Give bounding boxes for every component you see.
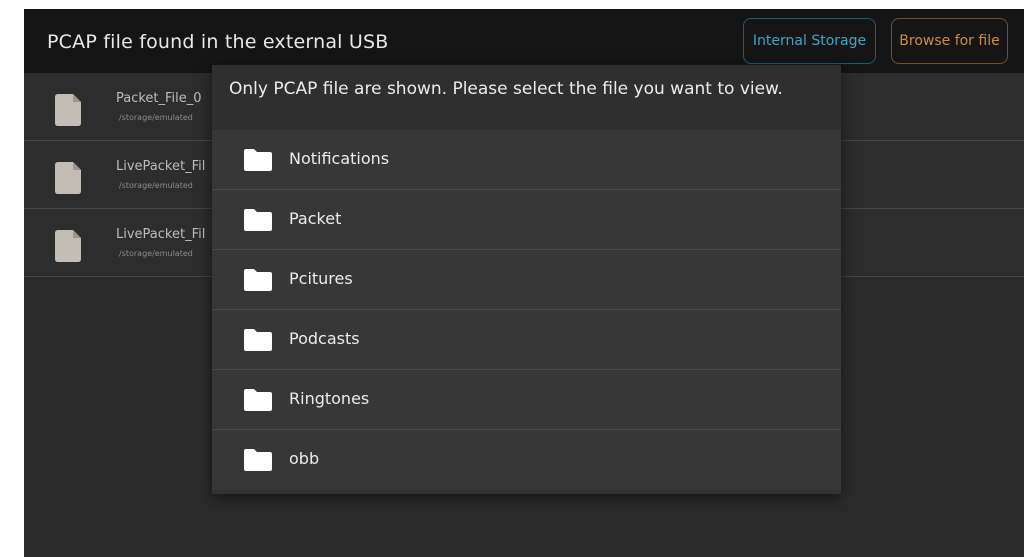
folder-icon <box>244 389 272 411</box>
folder-label: obb <box>289 449 320 468</box>
folder-label: Ringtones <box>289 389 370 408</box>
folder-label: Pcitures <box>289 269 353 288</box>
folder-icon <box>244 149 272 171</box>
folder-item-obb[interactable]: obb <box>212 430 841 490</box>
folder-label: Podcasts <box>289 329 360 348</box>
folder-icon <box>244 209 272 231</box>
folder-item-ringtones[interactable]: Ringtones <box>212 370 841 430</box>
file-path: /storage/emulated <box>119 113 193 122</box>
file-path: /storage/emulated <box>119 249 193 258</box>
file-name: LivePacket_Fil <box>116 159 206 174</box>
folder-picker-dialog: Only PCAP file are shown. Please select … <box>212 65 841 494</box>
app-screen: PCAP file found in the external USB Inte… <box>24 9 1024 557</box>
file-name: LivePacket_Fil <box>116 227 206 242</box>
internal-storage-button[interactable]: Internal Storage <box>743 18 876 64</box>
folder-item-notifications[interactable]: Notifications <box>212 130 841 190</box>
folder-icon <box>244 269 272 291</box>
page-title: PCAP file found in the external USB <box>47 31 389 53</box>
file-icon <box>55 94 81 126</box>
folder-item-pcitures[interactable]: Pcitures <box>212 250 841 310</box>
browse-for-file-button[interactable]: Browse for file <box>891 18 1008 64</box>
file-name: Packet_File_0 <box>116 91 202 106</box>
folder-icon <box>244 329 272 351</box>
dialog-header: Only PCAP file are shown. Please select … <box>212 65 841 130</box>
folder-icon <box>244 449 272 471</box>
top-bar: PCAP file found in the external USB Inte… <box>24 9 1024 73</box>
file-path: /storage/emulated <box>119 181 193 190</box>
folder-label: Notifications <box>289 149 390 168</box>
folder-item-packet[interactable]: Packet <box>212 190 841 250</box>
file-icon <box>55 162 81 194</box>
folder-item-podcasts[interactable]: Podcasts <box>212 310 841 370</box>
folder-label: Packet <box>289 209 342 228</box>
dialog-message: Only PCAP file are shown. Please select … <box>229 79 783 99</box>
folder-list: Notifications Packet Pcitures Podcasts R… <box>212 130 841 490</box>
file-icon <box>55 230 81 262</box>
